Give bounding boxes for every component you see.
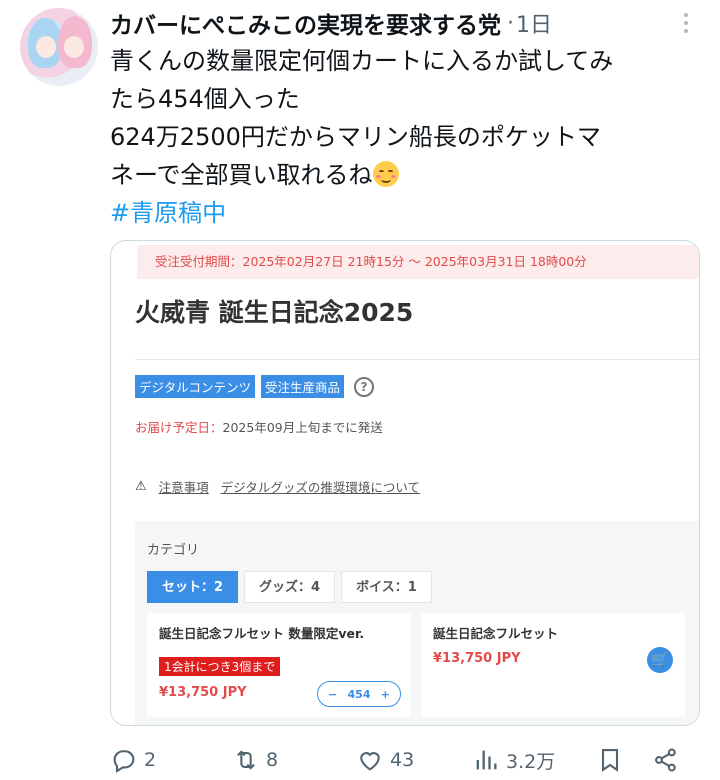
product-price: ¥13,750 JPY (433, 651, 521, 666)
share-icon (655, 748, 676, 772)
reply-count: 2 (144, 749, 157, 771)
bookmark-button[interactable] (596, 740, 624, 780)
warning-icon: ⚠ (135, 479, 147, 494)
plus-icon: + (380, 687, 390, 701)
like-icon (360, 752, 380, 771)
category-label: カテゴリ (147, 543, 200, 558)
tag-digital-content: デジタルコンテンツ (135, 375, 256, 398)
tag-made-to-order: 受注生産商品 (261, 375, 345, 398)
tweet-actions: 2 8 43 3.2万 (110, 740, 690, 780)
order-period-banner: 受注受付期間：2025年02月27日 21時15分 〜 2025年03月31日 … (137, 245, 699, 279)
delivery-label: お届け予定日： (135, 420, 223, 435)
tab-goods: グッズ：4 (244, 571, 336, 603)
reply-button[interactable]: 2 (110, 740, 156, 780)
notes-link: 注意事項 (158, 480, 209, 495)
product-tags: デジタルコンテンツ 受注生産商品 ? (135, 375, 375, 398)
product-price: ¥13,750 JPY (159, 685, 247, 700)
product-card-limited: 誕生日記念フルセット 数量限定ver. 1会計につき3個まで ¥13,750 J… (147, 613, 411, 717)
category-panel: カテゴリ セット：2 グッズ：4 ボイス：1 誕生日記念フルセット 数量限定ve… (135, 521, 699, 725)
avatar[interactable] (20, 8, 98, 86)
hashtag-link[interactable]: #青原稿中 (110, 194, 710, 232)
retweet-count: 8 (266, 749, 279, 771)
tweet-text: 青くんの数量限定何個カートに入るか試してみ たら454個入った 624万2500… (110, 42, 710, 232)
purchase-limit-badge: 1会計につき3個まで (159, 657, 281, 676)
retweet-button[interactable]: 8 (232, 740, 278, 780)
tweet-time[interactable]: 1日 (516, 7, 552, 39)
tweet-line-with-emoji: ネーで全部買い取れるね (110, 156, 710, 194)
bookmark-icon (601, 749, 619, 772)
views-count: 3.2万 (506, 750, 556, 773)
like-button[interactable]: 43 (356, 740, 414, 780)
attached-image[interactable]: 受注受付期間：2025年02月27日 21時15分 〜 2025年03月31日 … (110, 240, 700, 726)
tab-set: セット：2 (147, 571, 239, 603)
tweet-line: たら454個入った (110, 85, 300, 113)
category-tabs: セット：2 グッズ：4 ボイス：1 (147, 571, 432, 603)
delivery-date: お届け予定日：2025年09月上旬までに発送 (135, 417, 383, 436)
tweet-line: 青くんの数量限定何個カートに入るか試してみ (110, 47, 614, 75)
product-page-title: 火威青 誕生日記念2025 (135, 298, 414, 327)
tweet-line: 624万2500円だからマリン船長のポケットマ (110, 123, 601, 151)
product-card-full-set: 誕生日記念フルセット ¥13,750 JPY 🛒 (421, 613, 685, 717)
product-name: 誕生日記念フルセット (433, 626, 559, 641)
retweet-icon (237, 750, 255, 770)
minus-icon: − (328, 687, 338, 701)
like-count: 43 (390, 749, 415, 771)
tweet-header: カバーにぺこみこの実現を要求する党 · 1日 (110, 6, 700, 40)
help-icon: ? (354, 376, 375, 397)
views-button[interactable]: 3.2万 (472, 740, 555, 780)
author-name[interactable]: カバーにぺこみこの実現を要求する党 (110, 6, 501, 40)
smiling-face-emoji (372, 161, 399, 187)
product-name: 誕生日記念フルセット 数量限定ver. (159, 626, 365, 641)
more-icon[interactable] (672, 8, 700, 38)
reply-icon (113, 750, 135, 773)
views-icon (476, 750, 497, 770)
quantity-stepper: − 454 + (317, 681, 401, 707)
separator: · (507, 10, 514, 36)
cart-icon: 🛒 (647, 647, 673, 673)
divider (135, 359, 699, 360)
quantity-value: 454 (347, 687, 371, 701)
notes-links: ⚠ 注意事項 デジタルグッズの推奨環境について (135, 477, 420, 496)
tab-voice: ボイス：1 (341, 571, 432, 603)
share-button[interactable] (652, 740, 680, 780)
digital-env-link: デジタルグッズの推奨環境について (220, 480, 421, 495)
delivery-value: 2025年09月上旬までに発送 (222, 420, 383, 435)
